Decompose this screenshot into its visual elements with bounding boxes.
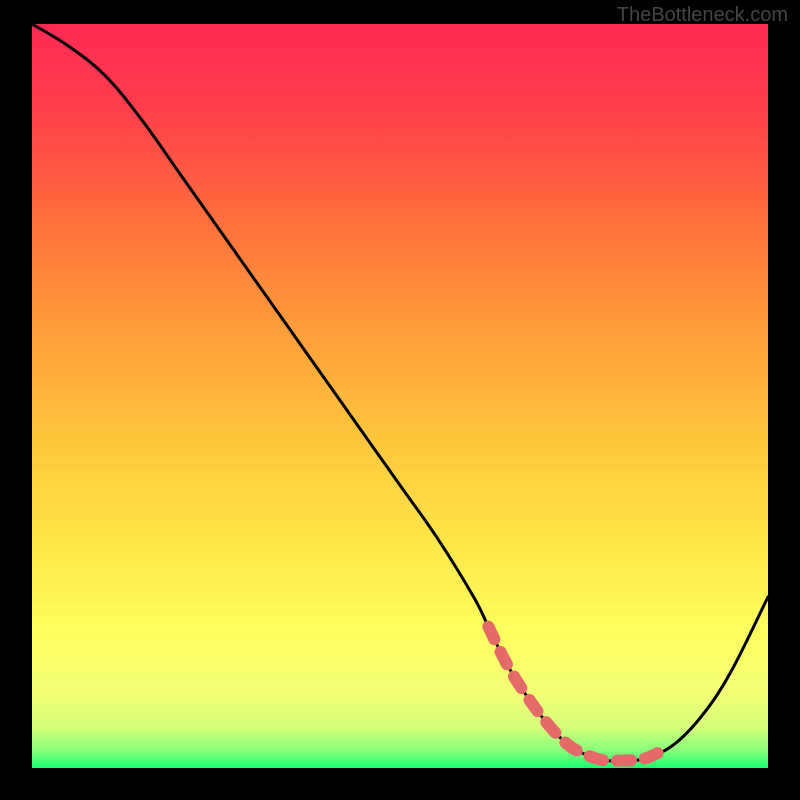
optimal-region-highlight (488, 627, 657, 761)
curve-layer (32, 24, 768, 768)
watermark-text: TheBottleneck.com (617, 4, 788, 27)
plot-area (32, 24, 768, 768)
bottleneck-curve (32, 24, 768, 761)
